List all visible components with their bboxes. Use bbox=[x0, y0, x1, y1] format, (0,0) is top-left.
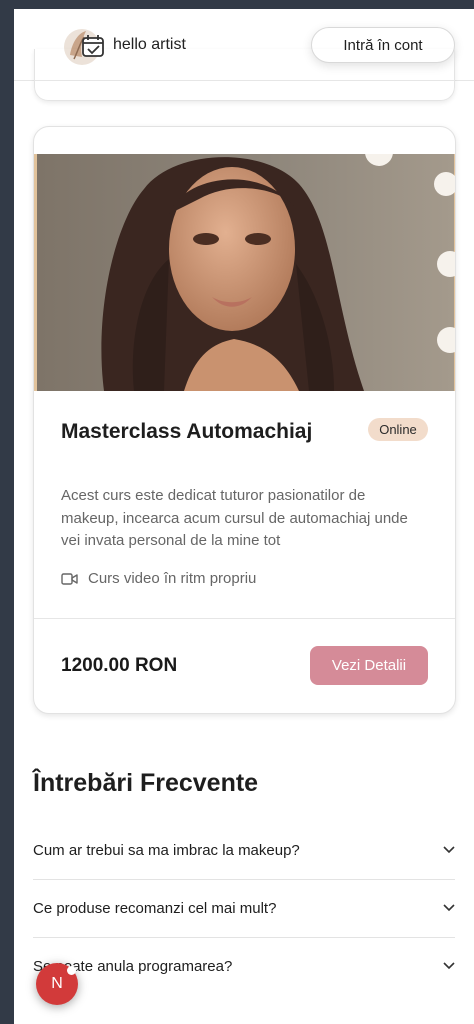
online-badge: Online bbox=[368, 418, 428, 441]
chevron-down-icon bbox=[443, 904, 455, 912]
faq-question: Cum ar trebui sa ma imbrac la makeup? bbox=[33, 842, 300, 859]
video-icon bbox=[61, 572, 78, 585]
faq-item[interactable]: Cum ar trebui sa ma imbrac la makeup? bbox=[33, 822, 455, 880]
card-divider bbox=[34, 618, 455, 619]
faq-title: Întrebări Frecvente bbox=[33, 769, 259, 797]
course-description: Acest curs este dedicat tuturor pasionat… bbox=[61, 487, 408, 549]
fab-label: N bbox=[51, 975, 63, 992]
faq-item[interactable]: Ce produse recomanzi cel mai mult? bbox=[33, 880, 455, 938]
faq-item[interactable]: Se poate anula programarea? bbox=[33, 938, 455, 996]
course-meta-text: Curs video în ritm propriu bbox=[88, 570, 257, 587]
page-viewport: hello artist Intră în cont Masterclass A… bbox=[14, 9, 474, 1024]
chevron-down-icon bbox=[443, 846, 455, 854]
floating-action-button[interactable]: N bbox=[36, 963, 78, 1005]
course-price: 1200.00 RON bbox=[61, 655, 178, 676]
previous-course-card bbox=[34, 49, 455, 101]
course-meta: Curs video în ritm propriu bbox=[61, 570, 256, 587]
chevron-down-icon bbox=[443, 962, 455, 970]
faq-question: Ce produse recomanzi cel mai mult? bbox=[33, 900, 277, 917]
course-title[interactable]: Masterclass Automachiaj bbox=[61, 420, 312, 444]
view-details-button[interactable]: Vezi Detalii bbox=[310, 646, 428, 685]
course-card: Masterclass Automachiaj Online Acest cur… bbox=[33, 126, 456, 714]
course-image[interactable] bbox=[34, 154, 455, 391]
notification-dot bbox=[67, 966, 76, 975]
